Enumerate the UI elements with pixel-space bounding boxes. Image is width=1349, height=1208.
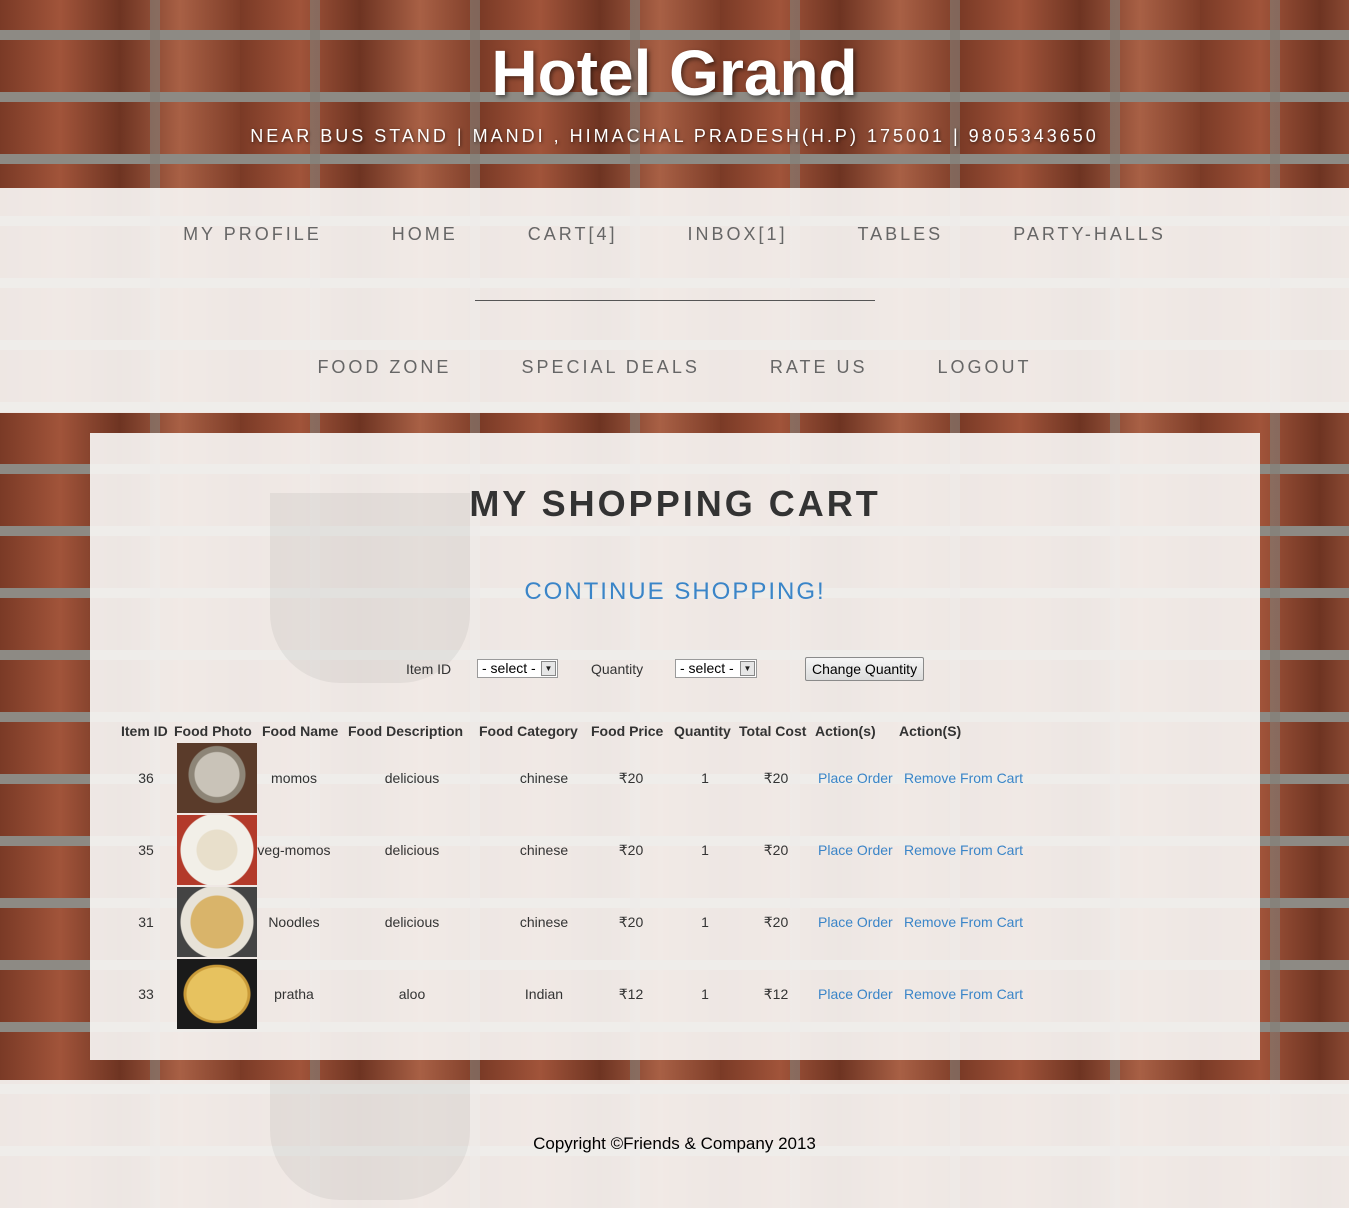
site-address: NEAR BUS STAND | MANDI , HIMACHAL PRADES… <box>250 126 1099 146</box>
cell-quantity: 1 <box>701 842 709 858</box>
col-actions-1: Action(s) <box>815 723 876 739</box>
nav-home[interactable]: HOME <box>392 224 458 245</box>
table-row: 33 pratha aloo Indian ₹12 1 ₹12 Place Order Remo… <box>120 959 1120 1031</box>
cell-category: chinese <box>519 770 569 786</box>
cell-price: ₹12 <box>618 986 644 1002</box>
item-id-label: Item ID <box>406 661 452 677</box>
cell-category: Indian <box>524 986 564 1002</box>
cart-panel: MY SHOPPING CART CONTINUE SHOPPING! Item… <box>90 433 1260 1060</box>
place-order-link[interactable]: Place Order <box>818 914 893 930</box>
col-food-category: Food Category <box>479 723 578 739</box>
nav-party-halls[interactable]: PARTY-HALLS <box>1013 224 1166 245</box>
momos-photo <box>177 743 257 813</box>
noodles-photo <box>177 887 257 957</box>
cell-id: 36 <box>138 770 154 786</box>
nav-special-deals[interactable]: SPECIAL DEALS <box>521 357 699 378</box>
place-order-link[interactable]: Place Order <box>818 842 893 858</box>
cell-id: 31 <box>138 914 154 930</box>
main-nav: MY PROFILE HOME CART[4] INBOX[1] TABLES … <box>0 188 1349 413</box>
remove-from-cart-link[interactable]: Remove From Cart <box>904 986 1023 1002</box>
nav-logout[interactable]: LOGOUT <box>938 357 1032 378</box>
nav-tables[interactable]: TABLES <box>857 224 943 245</box>
place-order-link[interactable]: Place Order <box>818 986 893 1002</box>
cell-name: veg-momos <box>257 842 331 858</box>
cell-description: aloo <box>398 986 426 1002</box>
cell-id: 35 <box>138 842 154 858</box>
col-quantity: Quantity <box>674 723 731 739</box>
cell-price: ₹20 <box>618 770 644 786</box>
change-quantity-button[interactable]: Change Quantity <box>805 657 925 681</box>
cell-quantity: 1 <box>701 770 709 786</box>
nav-row-primary: MY PROFILE HOME CART[4] INBOX[1] TABLES … <box>0 224 1349 245</box>
site-header: Hotel Grand NEAR BUS STAND | MANDI , HIM… <box>0 0 1349 188</box>
cell-name: Noodles <box>268 914 320 930</box>
cell-category: chinese <box>519 842 569 858</box>
col-food-name: Food Name <box>262 723 339 739</box>
cell-price: ₹20 <box>618 914 644 930</box>
item-id-select-value: - select - <box>482 660 536 676</box>
col-actions-2: Action(S) <box>899 723 962 739</box>
copyright-text: Copyright ©Friends & Company 2013 <box>533 1134 816 1153</box>
cell-total: ₹20 <box>763 770 789 786</box>
nav-inbox[interactable]: INBOX[1] <box>687 224 787 245</box>
site-footer: Copyright ©Friends & Company 2013 <box>0 1080 1349 1208</box>
quantity-select[interactable]: - select - ▼ <box>675 659 757 678</box>
cell-price: ₹20 <box>618 842 644 858</box>
cell-name: pratha <box>274 986 314 1002</box>
cell-id: 33 <box>138 986 154 1002</box>
remove-from-cart-link[interactable]: Remove From Cart <box>904 914 1023 930</box>
col-food-description: Food Description <box>348 723 464 739</box>
quantity-select-value: - select - <box>680 660 734 676</box>
nav-my-profile[interactable]: MY PROFILE <box>183 224 322 245</box>
nav-food-zone[interactable]: FOOD ZONE <box>317 357 451 378</box>
table-row: 31 Noodles delicious chinese ₹20 1 ₹20 Place Or… <box>120 887 1120 959</box>
cell-category: chinese <box>519 914 569 930</box>
item-id-select[interactable]: - select - ▼ <box>477 659 558 678</box>
cell-total: ₹20 <box>763 842 789 858</box>
chevron-down-icon: ▼ <box>740 661 755 676</box>
cell-quantity: 1 <box>701 986 709 1002</box>
cell-total: ₹20 <box>763 914 789 930</box>
cell-description: delicious <box>384 914 440 930</box>
nav-cart[interactable]: CART[4] <box>528 224 618 245</box>
cell-quantity: 1 <box>701 914 709 930</box>
cell-total: ₹12 <box>763 986 789 1002</box>
place-order-link[interactable]: Place Order <box>818 770 893 786</box>
nav-rate-us[interactable]: RATE US <box>770 357 868 378</box>
chevron-down-icon: ▼ <box>541 661 556 676</box>
nav-divider <box>475 300 875 301</box>
page-title: MY SHOPPING CART <box>469 483 881 524</box>
pratha-photo <box>177 959 257 1029</box>
col-food-price: Food Price <box>591 723 664 739</box>
change-quantity-form: Item ID - select - ▼ Quantity - select -… <box>90 657 1260 681</box>
cell-description: delicious <box>384 842 440 858</box>
quantity-label: Quantity <box>591 661 644 677</box>
nav-row-secondary: FOOD ZONE SPECIAL DEALS RATE US LOGOUT <box>0 357 1349 378</box>
col-item-id: Item ID <box>121 723 168 739</box>
veg-momos-photo <box>177 815 257 885</box>
table-row: 35 veg-momos delicious chinese ₹20 1 ₹20 Place … <box>120 815 1120 887</box>
remove-from-cart-link[interactable]: Remove From Cart <box>904 770 1023 786</box>
cell-description: delicious <box>384 770 440 786</box>
continue-shopping-link[interactable]: CONTINUE SHOPPING! <box>90 578 1260 606</box>
remove-from-cart-link[interactable]: Remove From Cart <box>904 842 1023 858</box>
col-food-photo: Food Photo <box>174 723 252 739</box>
cell-name: momos <box>271 770 317 786</box>
site-title: Hotel Grand <box>491 37 858 109</box>
table-row: 36 momos delicious chinese ₹20 1 ₹20 Place Orde… <box>120 743 1120 815</box>
col-total-cost: Total Cost <box>739 723 807 739</box>
